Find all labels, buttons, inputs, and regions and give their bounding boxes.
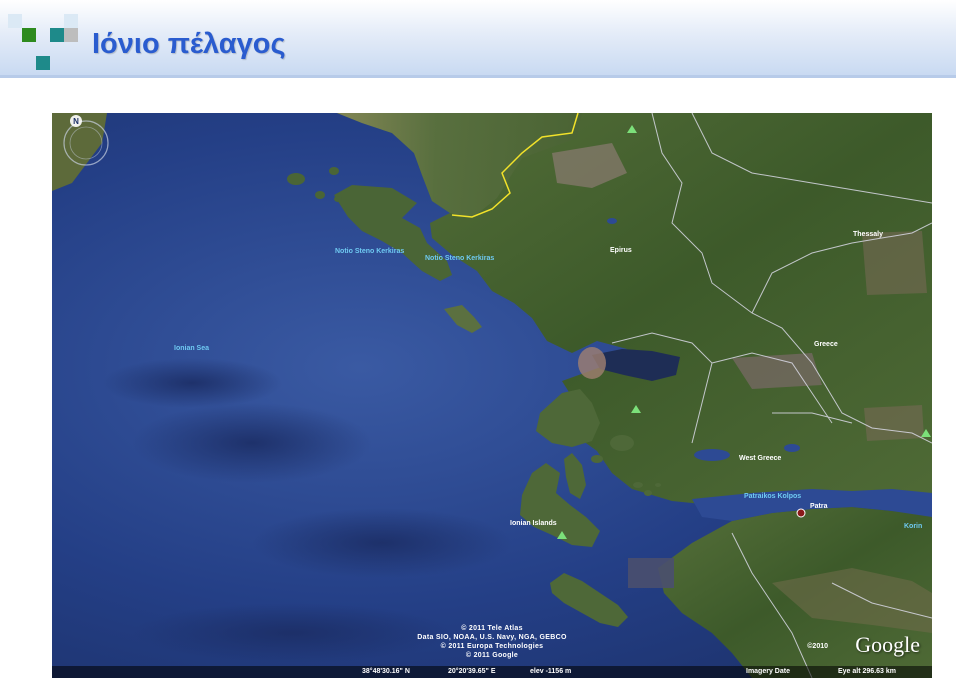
credit-line: © 2011 Tele Atlas bbox=[461, 625, 523, 632]
title-bar: Ιόνιο πέλαγος bbox=[0, 0, 956, 78]
islet bbox=[644, 490, 652, 496]
map-terrain bbox=[52, 113, 932, 678]
paxoi-island bbox=[444, 305, 482, 333]
google-logo: Google bbox=[855, 632, 920, 657]
compass-north-label: N bbox=[73, 117, 79, 126]
terrain-patch bbox=[864, 405, 924, 441]
label-epirus: Epirus bbox=[610, 247, 632, 254]
label-thessaly: Thessaly bbox=[853, 231, 883, 238]
label-ionian-islands: Ionian Islands bbox=[510, 520, 557, 527]
status-imagery-date: Imagery Date bbox=[746, 668, 790, 675]
slide-logo-icon bbox=[8, 14, 80, 74]
islet bbox=[287, 173, 305, 185]
compass-icon[interactable]: N bbox=[52, 113, 116, 169]
islet bbox=[655, 483, 661, 487]
islet bbox=[633, 482, 643, 488]
sea-trench bbox=[252, 508, 512, 578]
label-west-greece: West Greece bbox=[739, 455, 782, 462]
map-tile-artifact bbox=[628, 558, 674, 588]
sea-trench bbox=[132, 403, 372, 483]
label-patraikos-kolpos: Patraikos Kolpos bbox=[744, 493, 802, 500]
page-title: Ιόνιο πέλαγος bbox=[92, 28, 286, 60]
label-korinth: Korin bbox=[904, 523, 923, 530]
terrain-patch bbox=[578, 347, 606, 379]
lake bbox=[784, 444, 800, 452]
islet bbox=[329, 167, 339, 175]
credit-line: © 2011 Google bbox=[465, 652, 519, 659]
islet bbox=[591, 455, 603, 463]
status-eye-altitude: Eye alt 296.63 km bbox=[838, 668, 896, 675]
label-greece: Greece bbox=[814, 341, 838, 348]
status-latitude: 38°48'30.16" N bbox=[362, 668, 410, 675]
credit-line: © 2011 Europa Technologies bbox=[440, 643, 544, 650]
sea-trench bbox=[102, 358, 282, 408]
status-longitude: 20°20'39.65" E bbox=[448, 668, 496, 675]
city-marker-icon[interactable] bbox=[796, 508, 806, 518]
lake bbox=[694, 449, 730, 461]
map-status-bar: 38°48'30.16" N 20°20'39.65" E elev -1156… bbox=[52, 666, 932, 678]
satellite-map[interactable]: N Ionian Sea Notio Steno Kerkiras Notio … bbox=[52, 113, 932, 678]
islet bbox=[315, 191, 325, 199]
label-ionian-sea: Ionian Sea bbox=[174, 345, 210, 352]
label-strait-2: Notio Steno Kerkiras bbox=[425, 255, 495, 262]
label-patra: Patra bbox=[810, 503, 828, 510]
terrain-patch bbox=[862, 231, 927, 295]
lake bbox=[607, 218, 617, 224]
label-strait-1: Notio Steno Kerkiras bbox=[335, 248, 405, 255]
islet bbox=[610, 435, 634, 451]
status-elevation: elev -1156 m bbox=[530, 668, 572, 675]
ithaca-island bbox=[564, 453, 586, 499]
islet bbox=[334, 196, 342, 202]
google-copyright-year: ©2010 bbox=[807, 643, 828, 650]
credit-line: Data SIO, NOAA, U.S. Navy, NGA, GEBCO bbox=[417, 634, 567, 641]
zakynthos-island bbox=[550, 573, 628, 627]
